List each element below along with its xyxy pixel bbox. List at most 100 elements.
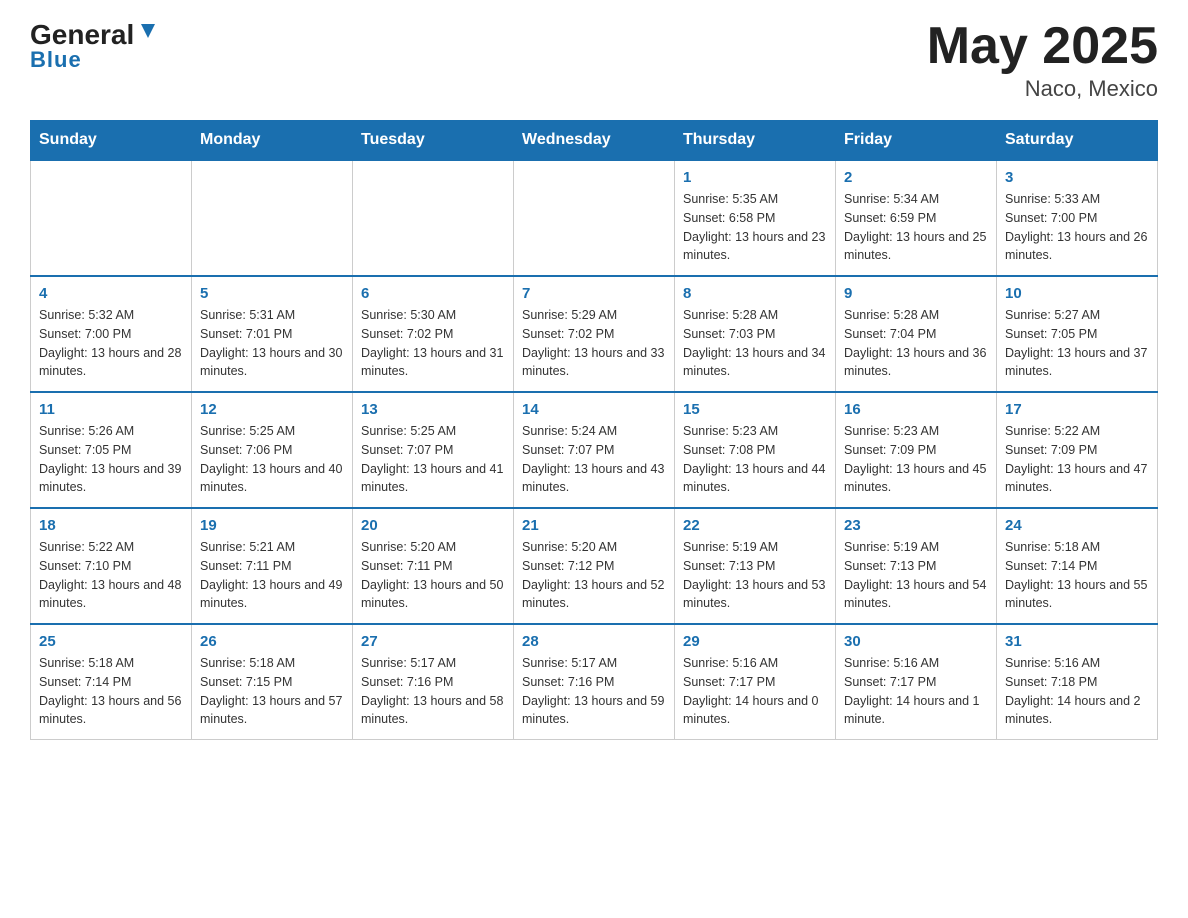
title-area: May 2025 Naco, Mexico xyxy=(927,20,1158,102)
day-info: Sunrise: 5:28 AMSunset: 7:04 PMDaylight:… xyxy=(844,306,988,381)
day-number: 5 xyxy=(200,285,344,302)
calendar-cell: 8 Sunrise: 5:28 AMSunset: 7:03 PMDaylight… xyxy=(675,276,836,392)
calendar-cell: 9Sunrise: 5:28 AMSunset: 7:04 PMDaylight… xyxy=(836,276,997,392)
day-number: 15 xyxy=(683,401,827,418)
calendar-cell: 19 Sunrise: 5:21 AMSunset: 7:11 PMDayligh… xyxy=(192,508,353,624)
calendar-cell: 26 Sunrise: 5:18 AMSunset: 7:15 PMDayligh… xyxy=(192,624,353,740)
day-info: Sunrise: 5:21 AMSunset: 7:11 PMDaylight:… xyxy=(200,538,344,613)
header-saturday: Saturday xyxy=(997,121,1158,161)
day-number: 4 xyxy=(39,285,183,302)
header-thursday: Thursday xyxy=(675,121,836,161)
day-info: Sunrise: 5:25 AMSunset: 7:07 PMDaylight:… xyxy=(361,422,505,497)
calendar-cell: 2 Sunrise: 5:34 AMSunset: 6:59 PMDaylight… xyxy=(836,160,997,276)
day-info: Sunrise: 5:16 AMSunset: 7:18 PMDaylight:… xyxy=(1005,654,1149,729)
day-info: Sunrise: 5:31 AMSunset: 7:01 PMDaylight:… xyxy=(200,306,344,381)
day-number: 10 xyxy=(1005,285,1149,302)
day-number: 20 xyxy=(361,517,505,534)
calendar-week-4: 18 Sunrise: 5:22 AMSunset: 7:10 PMDayligh… xyxy=(31,508,1158,624)
calendar-cell: 18 Sunrise: 5:22 AMSunset: 7:10 PMDayligh… xyxy=(31,508,192,624)
day-number: 6 xyxy=(361,285,505,302)
calendar-cell: 22 Sunrise: 5:19 AMSunset: 7:13 PMDayligh… xyxy=(675,508,836,624)
calendar-cell: 27Sunrise: 5:17 AMSunset: 7:16 PMDayligh… xyxy=(353,624,514,740)
day-info: Sunrise: 5:29 AMSunset: 7:02 PMDaylight:… xyxy=(522,306,666,381)
calendar-cell: 11 Sunrise: 5:26 AMSunset: 7:05 PMDayligh… xyxy=(31,392,192,508)
calendar-header-row: SundayMondayTuesdayWednesdayThursdayFrid… xyxy=(31,121,1158,161)
calendar-cell: 6 Sunrise: 5:30 AMSunset: 7:02 PMDaylight… xyxy=(353,276,514,392)
day-info: Sunrise: 5:27 AMSunset: 7:05 PMDaylight:… xyxy=(1005,306,1149,381)
day-number: 28 xyxy=(522,633,666,650)
day-info: Sunrise: 5:22 AMSunset: 7:09 PMDaylight:… xyxy=(1005,422,1149,497)
calendar-week-1: 1Sunrise: 5:35 AMSunset: 6:58 PMDaylight… xyxy=(31,160,1158,276)
day-number: 25 xyxy=(39,633,183,650)
day-info: Sunrise: 5:19 AMSunset: 7:13 PMDaylight:… xyxy=(683,538,827,613)
day-info: Sunrise: 5:18 AMSunset: 7:15 PMDaylight:… xyxy=(200,654,344,729)
day-number: 2 xyxy=(844,169,988,186)
day-number: 18 xyxy=(39,517,183,534)
calendar-cell: 16Sunrise: 5:23 AMSunset: 7:09 PMDayligh… xyxy=(836,392,997,508)
day-info: Sunrise: 5:16 AMSunset: 7:17 PMDaylight:… xyxy=(844,654,988,729)
day-info: Sunrise: 5:24 AMSunset: 7:07 PMDaylight:… xyxy=(522,422,666,497)
day-number: 29 xyxy=(683,633,827,650)
calendar-cell: 12 Sunrise: 5:25 AMSunset: 7:06 PMDayligh… xyxy=(192,392,353,508)
calendar-week-3: 11 Sunrise: 5:26 AMSunset: 7:05 PMDayligh… xyxy=(31,392,1158,508)
header-wednesday: Wednesday xyxy=(514,121,675,161)
day-info: Sunrise: 5:16 AMSunset: 7:17 PMDaylight:… xyxy=(683,654,827,729)
page-header: General Blue May 2025 Naco, Mexico xyxy=(30,20,1158,102)
day-number: 30 xyxy=(844,633,988,650)
calendar-title: May 2025 xyxy=(927,20,1158,72)
header-sunday: Sunday xyxy=(31,121,192,161)
day-info: Sunrise: 5:18 AMSunset: 7:14 PMDaylight:… xyxy=(1005,538,1149,613)
day-number: 3 xyxy=(1005,169,1149,186)
calendar-cell: 30 Sunrise: 5:16 AMSunset: 7:17 PMDayligh… xyxy=(836,624,997,740)
calendar-cell xyxy=(31,160,192,276)
calendar-cell: 1Sunrise: 5:35 AMSunset: 6:58 PMDaylight… xyxy=(675,160,836,276)
day-number: 31 xyxy=(1005,633,1149,650)
day-info: Sunrise: 5:33 AMSunset: 7:00 PMDaylight:… xyxy=(1005,190,1149,265)
day-info: Sunrise: 5:20 AMSunset: 7:12 PMDaylight:… xyxy=(522,538,666,613)
day-number: 17 xyxy=(1005,401,1149,418)
calendar-cell: 23Sunrise: 5:19 AMSunset: 7:13 PMDayligh… xyxy=(836,508,997,624)
day-info: Sunrise: 5:18 AMSunset: 7:14 PMDaylight:… xyxy=(39,654,183,729)
day-number: 8 xyxy=(683,285,827,302)
day-number: 1 xyxy=(683,169,827,186)
calendar-cell: 3 Sunrise: 5:33 AMSunset: 7:00 PMDaylight… xyxy=(997,160,1158,276)
calendar-cell: 24Sunrise: 5:18 AMSunset: 7:14 PMDayligh… xyxy=(997,508,1158,624)
day-info: Sunrise: 5:26 AMSunset: 7:05 PMDaylight:… xyxy=(39,422,183,497)
calendar-table: SundayMondayTuesdayWednesdayThursdayFrid… xyxy=(30,120,1158,740)
day-number: 11 xyxy=(39,401,183,418)
day-info: Sunrise: 5:28 AMSunset: 7:03 PMDaylight:… xyxy=(683,306,827,381)
calendar-cell: 15 Sunrise: 5:23 AMSunset: 7:08 PMDayligh… xyxy=(675,392,836,508)
day-number: 26 xyxy=(200,633,344,650)
header-tuesday: Tuesday xyxy=(353,121,514,161)
header-monday: Monday xyxy=(192,121,353,161)
calendar-cell: 4Sunrise: 5:32 AMSunset: 7:00 PMDaylight… xyxy=(31,276,192,392)
day-info: Sunrise: 5:34 AMSunset: 6:59 PMDaylight:… xyxy=(844,190,988,265)
calendar-cell xyxy=(192,160,353,276)
calendar-cell: 20Sunrise: 5:20 AMSunset: 7:11 PMDayligh… xyxy=(353,508,514,624)
day-number: 12 xyxy=(200,401,344,418)
day-number: 19 xyxy=(200,517,344,534)
day-number: 7 xyxy=(522,285,666,302)
day-number: 13 xyxy=(361,401,505,418)
header-friday: Friday xyxy=(836,121,997,161)
calendar-cell: 10 Sunrise: 5:27 AMSunset: 7:05 PMDayligh… xyxy=(997,276,1158,392)
calendar-cell: 7 Sunrise: 5:29 AMSunset: 7:02 PMDaylight… xyxy=(514,276,675,392)
day-number: 22 xyxy=(683,517,827,534)
calendar-cell: 25 Sunrise: 5:18 AMSunset: 7:14 PMDayligh… xyxy=(31,624,192,740)
day-info: Sunrise: 5:22 AMSunset: 7:10 PMDaylight:… xyxy=(39,538,183,613)
day-info: Sunrise: 5:23 AMSunset: 7:08 PMDaylight:… xyxy=(683,422,827,497)
day-info: Sunrise: 5:25 AMSunset: 7:06 PMDaylight:… xyxy=(200,422,344,497)
calendar-cell: 31 Sunrise: 5:16 AMSunset: 7:18 PMDayligh… xyxy=(997,624,1158,740)
day-info: Sunrise: 5:30 AMSunset: 7:02 PMDaylight:… xyxy=(361,306,505,381)
calendar-cell: 5 Sunrise: 5:31 AMSunset: 7:01 PMDaylight… xyxy=(192,276,353,392)
day-info: Sunrise: 5:17 AMSunset: 7:16 PMDaylight:… xyxy=(361,654,505,729)
day-info: Sunrise: 5:17 AMSunset: 7:16 PMDaylight:… xyxy=(522,654,666,729)
day-info: Sunrise: 5:19 AMSunset: 7:13 PMDaylight:… xyxy=(844,538,988,613)
calendar-cell: 28 Sunrise: 5:17 AMSunset: 7:16 PMDayligh… xyxy=(514,624,675,740)
day-info: Sunrise: 5:23 AMSunset: 7:09 PMDaylight:… xyxy=(844,422,988,497)
logo-arrow-icon xyxy=(137,20,159,42)
calendar-cell: 17 Sunrise: 5:22 AMSunset: 7:09 PMDayligh… xyxy=(997,392,1158,508)
calendar-cell: 14Sunrise: 5:24 AMSunset: 7:07 PMDayligh… xyxy=(514,392,675,508)
calendar-subtitle: Naco, Mexico xyxy=(927,76,1158,102)
calendar-cell xyxy=(514,160,675,276)
